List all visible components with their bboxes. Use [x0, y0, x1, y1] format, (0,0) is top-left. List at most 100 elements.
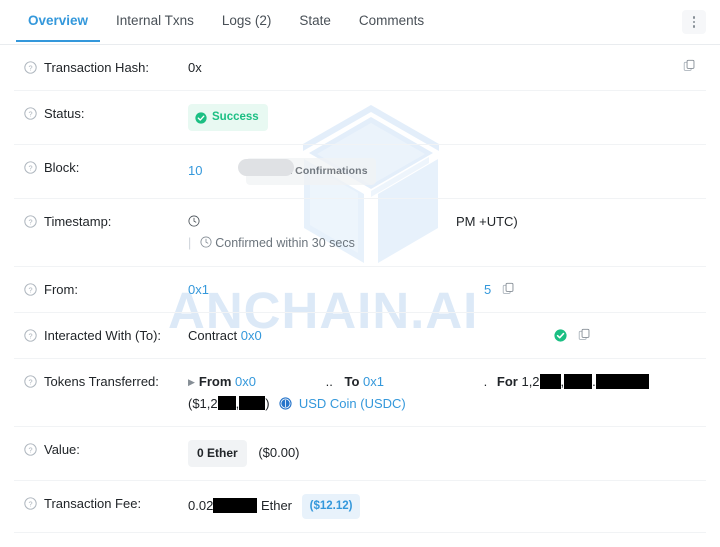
help-question-icon[interactable]: ? [24, 161, 37, 174]
tab-state[interactable]: State [285, 0, 345, 41]
svg-text:?: ? [28, 63, 32, 72]
usdc-token-icon [279, 397, 292, 410]
help-question-icon[interactable]: ? [24, 443, 37, 456]
svg-text:?: ? [28, 163, 32, 172]
tab-logs-label: Logs (2) [221, 13, 272, 28]
svg-text:?: ? [28, 285, 32, 294]
kebab-dot-icon [692, 25, 696, 28]
from-address-link[interactable]: 0x1 [188, 282, 209, 297]
copy-icon[interactable] [502, 282, 515, 296]
token-ellipsis: .. [325, 374, 333, 389]
token-amount-prefix: 1,2 [521, 374, 540, 389]
svg-text:?: ? [28, 331, 32, 340]
tab-overview[interactable]: Overview [14, 0, 102, 42]
row-label-from: ? From: [24, 280, 188, 299]
row-value-value: 0 Ether ($0.00) [188, 440, 696, 467]
row-status: ? Status: Success [14, 91, 706, 145]
fee-amount-prefix: 0.02 [188, 498, 214, 513]
svg-text:?: ? [28, 217, 32, 226]
row-label-transaction-fee: ? Transaction Fee: [24, 494, 188, 513]
row-value-timestamp: PM +UTC) | Confirmed within 30 secs [188, 212, 696, 253]
redaction-bar [239, 396, 266, 410]
token-usd-suffix: ) [265, 396, 270, 411]
row-value-transaction-fee: 0.02 Ether ($12.12) [188, 494, 696, 519]
verified-check-icon [554, 329, 567, 342]
tab-state-label: State [299, 13, 331, 28]
row-timestamp: ? Timestamp: PM +UTC) | Confirmed within… [14, 199, 706, 267]
svg-text:?: ? [28, 109, 32, 118]
row-value-from: 0x1 5 [188, 280, 696, 299]
help-question-icon[interactable]: ? [24, 215, 37, 228]
label-text: Interacted With (To): [44, 328, 162, 343]
token-transfer-line-2: ($1,2,) USD Coin (USDC) [188, 394, 696, 413]
row-label-status: ? Status: [24, 104, 188, 123]
help-question-icon[interactable]: ? [24, 497, 37, 510]
row-value-block: 10 9 Block Confirmations [188, 158, 696, 185]
tab-comments-label: Comments [358, 13, 425, 28]
token-for-label: For [496, 374, 518, 389]
redaction-pill [238, 159, 295, 176]
help-question-icon[interactable]: ? [24, 283, 37, 296]
block-confirmations-wrap: 9 Block Confirmations [238, 158, 376, 185]
value-ether-pill: 0 Ether [188, 440, 247, 467]
expand-caret-icon[interactable]: ▶ [188, 373, 195, 392]
label-text: From: [44, 282, 78, 297]
help-question-icon[interactable]: ? [24, 375, 37, 388]
svg-text:?: ? [28, 499, 32, 508]
help-question-icon[interactable]: ? [24, 61, 37, 74]
redaction-bar [539, 374, 561, 389]
tab-comments[interactable]: Comments [345, 0, 438, 41]
from-address-tail[interactable]: 5 [484, 280, 491, 299]
label-text: Timestamp: [44, 214, 112, 229]
timestamp-value: PM +UTC) [456, 214, 518, 229]
kebab-dot-icon [692, 20, 696, 24]
clock-small-icon [200, 236, 212, 248]
token-amount: 1,2,. [521, 374, 649, 389]
value-usd: ($0.00) [258, 445, 300, 460]
status-badge: Success [188, 104, 268, 131]
row-label-timestamp: ? Timestamp: [24, 212, 188, 231]
label-text: Value: [44, 442, 80, 457]
timestamp-confirmed-text: Confirmed within 30 secs [215, 236, 355, 250]
timestamp-confirmed-line: | Confirmed within 30 secs [188, 234, 696, 253]
row-label-tokens-transferred: ? Tokens Transferred: [24, 372, 188, 391]
tab-logs[interactable]: Logs (2) [208, 0, 286, 41]
more-options-button[interactable] [682, 10, 706, 34]
tab-bar: Overview Internal Txns Logs (2) State Co… [0, 0, 720, 45]
row-transaction-fee: ? Transaction Fee: 0.02 Ether ($12.12) [14, 481, 706, 533]
help-question-icon[interactable]: ? [24, 107, 37, 120]
block-number-link[interactable]: 10 [188, 163, 202, 178]
row-from: ? From: 0x1 5 [14, 267, 706, 313]
redaction-bar [217, 396, 236, 410]
row-value-interacted-with: Contract 0x0 [188, 326, 696, 345]
help-question-icon[interactable]: ? [24, 329, 37, 342]
token-transfer-line-1: ▶ From 0x0 .. To 0x1 . For 1,2,. [188, 372, 696, 392]
contract-prefix: Contract [188, 328, 238, 343]
transaction-overview-card: ANCHAIN.AI Overview Internal Txns Logs (… [0, 0, 720, 547]
tab-overview-label: Overview [28, 13, 89, 28]
contract-address-link[interactable]: 0x0 [241, 328, 262, 343]
row-block: ? Block: 10 9 Block Confirmations [14, 145, 706, 199]
token-usd-prefix: ($1,2 [188, 396, 218, 411]
token-to-address[interactable]: 0x1 [363, 374, 384, 389]
tab-internal-txns[interactable]: Internal Txns [102, 0, 208, 41]
label-text: Status: [44, 106, 85, 121]
row-value: ? Value: 0 Ether ($0.00) [14, 427, 706, 481]
check-circle-icon [195, 111, 207, 124]
overview-rows: ? Transaction Hash: 0x ? Status: Success… [0, 45, 720, 547]
copy-icon[interactable] [683, 59, 696, 73]
row-label-transaction-hash: ? Transaction Hash: [24, 58, 188, 77]
token-from-address[interactable]: 0x0 [235, 374, 256, 389]
redaction-bar [213, 498, 258, 513]
label-text: Tokens Transferred: [44, 374, 159, 389]
token-name-link[interactable]: USD Coin (USDC) [299, 396, 406, 411]
row-transaction-hash: ? Transaction Hash: 0x [14, 45, 706, 91]
row-value-status: Success [188, 104, 696, 131]
fee-unit: Ether [260, 498, 293, 513]
timestamp-separator: | [188, 236, 192, 250]
row-label-value: ? Value: [24, 440, 188, 459]
svg-text:?: ? [28, 377, 32, 386]
status-badge-label: Success [212, 111, 259, 123]
copy-icon[interactable] [578, 328, 591, 342]
row-gas-price: ? Gas Price: 0.0000002 Ether (200 Gwei) [14, 533, 706, 547]
